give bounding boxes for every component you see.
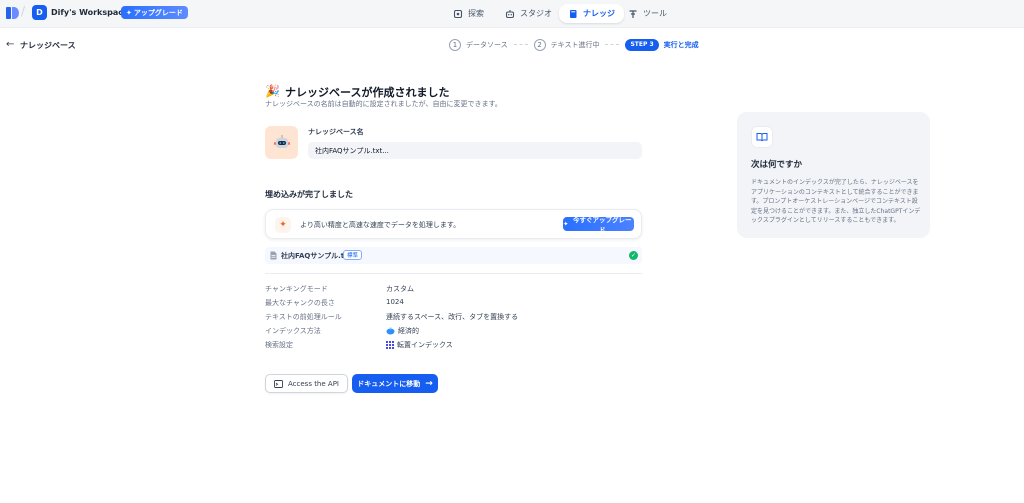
upgrade-now-label: 今すぐアップグレード [572,216,632,234]
success-subtitle: ナレッジベースの名前は自動的に設定されましたが、自由に変更できます。 [265,100,502,108]
book-icon [570,9,577,18]
nav-knowledge[interactable]: ナレッジ [559,4,624,23]
step-1-label: データソース [466,40,508,49]
knowledge-name-input[interactable] [308,142,642,159]
info-label-max-chunk-length: 最大なチャンクの長さ [265,299,335,307]
embedding-complete-title: 埋め込みが完了しました [265,190,353,199]
info-value-preprocessing: 連続するスペース、改行、タブを置換する [386,312,518,322]
file-name: 社内FAQサンプル.txt [281,252,353,260]
upgrade-card: ✦ より高い精度と高速な速度でデータを処理します。 ✦ 今すぐアップグレード [265,209,642,239]
back-arrow-icon[interactable]: ← [6,39,14,50]
workspace-avatar[interactable]: D [32,5,47,20]
step-indicator: 1 データソース 2 テキスト進行中 STEP 3 実行と完成 [449,38,699,51]
info-value-search-setting: 転置インデックス [386,340,453,350]
knowledge-avatar[interactable] [265,126,298,159]
info-value-index-method: 経済的 [386,326,419,336]
nav-explore-label: 探索 [468,9,484,18]
upgrade-card-text: より高い精度と高速な速度でデータを処理します。 [300,221,461,229]
sparkle-icon: ✦ [563,220,569,228]
next-steps-panel: 次は何ですか ドキュメントのインデックスが完了したら、ナレッジベースをアプリケー… [737,112,930,238]
access-api-button[interactable]: Access the API [265,374,348,393]
upgrade-button[interactable]: ✦ アップグレード [121,6,188,19]
step-3-label: 実行と完成 [663,40,699,49]
info-label-index-method: インデックス方法 [265,327,321,335]
info-value-text: カスタム [386,285,414,293]
info-value-chunking-mode: カスタム [386,284,414,294]
knowledge-name-label: ナレッジベース名 [308,128,364,136]
party-popper-icon: 🎉 [265,84,280,98]
breadcrumb-separator: / [21,4,26,18]
sparkle-icon: ✦ [126,8,132,17]
terminal-icon [274,379,283,388]
check-circle-icon: ✓ [629,251,638,260]
nav-tools[interactable]: ツール [619,4,676,23]
nav-explore[interactable]: 探索 [444,4,493,23]
page-title: ナレッジベース [20,41,76,50]
access-api-label: Access the API [288,379,339,388]
explore-icon [453,9,463,18]
info-label-chunking-mode: チャンキングモード [265,285,328,293]
chevron-down-icon[interactable]: ⌄ [110,8,116,16]
step-3-badge: STEP 3 [625,38,659,51]
top-bar: / D Dify's Workspace ⌄ ✦ アップグレード 探索 スタジオ… [0,0,1024,28]
book-open-icon [751,126,773,148]
robot-avatar-icon [273,134,290,148]
info-label-preprocessing: テキストの前処理ルール [265,313,342,321]
inverted-index-icon [386,341,394,349]
info-value-text: 転置インデックス [397,341,453,349]
dify-logo-icon[interactable] [5,6,19,20]
arrow-right-icon: → [425,378,433,389]
step-2-label: テキスト進行中 [550,40,600,49]
step-2-number: 2 [533,38,546,51]
sparkle-icon: ✦ [275,217,291,233]
step-divider [513,44,528,45]
info-value-text: 連続するスペース、改行、タブを置換する [386,313,519,321]
step-1-number: 1 [449,38,461,51]
go-to-document-button[interactable]: ドキュメントに移動 → [352,374,438,393]
info-value-text: 経済的 [398,327,419,335]
robot-icon [505,9,515,18]
workspace-name[interactable]: Dify's Workspace [51,8,128,17]
nav-tools-label: ツール [643,9,667,18]
nav-knowledge-label: ナレッジ [583,9,615,18]
step-divider [605,44,620,45]
info-label-search-setting: 検索設定 [265,341,293,349]
nav-studio-label: スタジオ [520,9,552,18]
next-steps-description: ドキュメントのインデックスが完了したら、ナレッジベースをアプリケーションのコンテ… [751,179,921,224]
upgrade-now-button[interactable]: ✦ 今すぐアップグレード [563,216,634,234]
economy-icon [386,327,395,335]
info-value-text: 1024 [386,298,404,306]
success-title: ナレッジベースが作成されました [285,86,450,99]
next-steps-title: 次は何ですか [751,160,803,170]
file-row: 社内FAQサンプル.txt 標準 ✓ [265,247,642,264]
status-badge: 標準 [343,250,363,260]
nav-studio[interactable]: スタジオ [496,4,561,23]
tools-icon [629,9,637,18]
go-to-document-label: ドキュメントに移動 [357,379,421,388]
upgrade-label: アップグレード [133,8,183,17]
document-icon [270,251,277,260]
info-value-max-chunk-length: 1024 [386,298,404,306]
divider [265,273,642,274]
